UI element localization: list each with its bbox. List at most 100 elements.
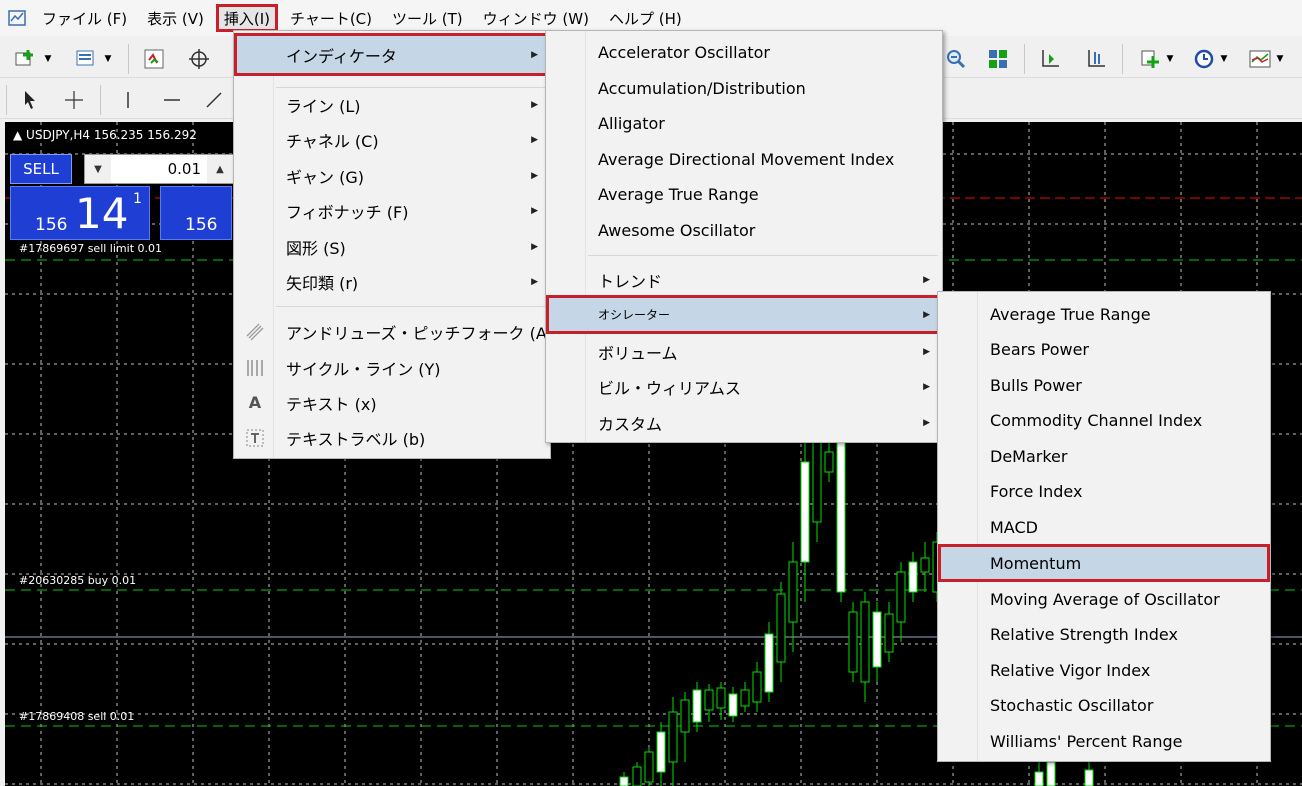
new-chart-icon[interactable] xyxy=(12,45,40,73)
insert-menu: インディケータ ▶ ライン (L) ▶ チャネル (C) ▶ ギャン (G) ▶ フィボ… xyxy=(233,30,553,459)
lot-size-stepper: ▼ 0.01 ▲ xyxy=(84,154,234,184)
crosshair-tool-icon[interactable] xyxy=(60,86,88,114)
menu-chart[interactable]: チャート(C) xyxy=(282,4,380,32)
lot-decrease-icon[interactable]: ▼ xyxy=(85,155,111,183)
menu-item-cycle-lines[interactable]: サイクル・ライン (Y) xyxy=(234,350,550,385)
menu-item-lines[interactable]: ライン (L) ▶ xyxy=(234,87,550,122)
menu-item-accelerator-oscillator[interactable]: Accelerator Oscillator xyxy=(546,35,942,70)
menu-item-label: Accelerator Oscillator xyxy=(598,43,771,62)
new-chart-dropdown-icon[interactable]: ▼ xyxy=(40,45,56,73)
sell-button[interactable]: SELL xyxy=(10,154,72,184)
auto-scroll-icon[interactable] xyxy=(1082,45,1110,73)
indicators-dropdown-icon[interactable]: ▼ xyxy=(1162,45,1178,73)
text-label-icon xyxy=(244,427,266,449)
profiles-dropdown-icon[interactable]: ▼ xyxy=(100,45,116,73)
menu-item-relative-vigor-index[interactable]: Relative Vigor Index xyxy=(938,653,1270,688)
menu-item-trend[interactable]: トレンド ▶ xyxy=(546,262,942,297)
menu-help[interactable]: ヘルプ (H) xyxy=(601,4,690,32)
menu-item-custom[interactable]: カスタム ▶ xyxy=(546,405,942,440)
candle-body xyxy=(1084,769,1094,786)
menu-item-volumes[interactable]: ボリューム ▶ xyxy=(546,334,942,369)
menu-item-atr[interactable]: Average True Range xyxy=(546,177,942,212)
menu-item-text-label[interactable]: テキストラベル (b) xyxy=(234,420,550,455)
menu-item-bill-williams[interactable]: ビル・ウィリアムス ▶ xyxy=(546,369,942,404)
menu-item-label: Williams' Percent Range xyxy=(990,732,1183,751)
candle-body xyxy=(716,687,726,709)
buy-price-button[interactable]: 156 xyxy=(160,186,232,240)
menu-item-andrews-pitchfork[interactable]: アンドリューズ・ピッチフォーク (A) xyxy=(234,314,553,349)
menu-item-average-true-range[interactable]: Average True Range xyxy=(938,297,1270,332)
menu-file[interactable]: ファイル (F) xyxy=(34,4,135,32)
menu-item-bulls-power[interactable]: Bulls Power xyxy=(938,368,1270,403)
menu-item-text[interactable]: A テキスト (x) xyxy=(234,385,550,420)
candle-body xyxy=(920,557,930,573)
submenu-arrow-icon: ▶ xyxy=(923,274,930,285)
menu-item-macd[interactable]: MACD xyxy=(938,510,1270,545)
candle-body xyxy=(728,693,738,717)
submenu-arrow-icon: ▶ xyxy=(531,170,538,181)
menu-item-channels[interactable]: チャネル (C) ▶ xyxy=(234,122,550,157)
menu-item-label: Alligator xyxy=(598,114,665,133)
menu-window[interactable]: ウィンドウ (W) xyxy=(475,4,597,32)
menu-item-label: トレンド xyxy=(598,271,663,291)
candle-body xyxy=(692,689,702,723)
menu-item-label: Relative Vigor Index xyxy=(990,661,1151,680)
templates-dropdown-icon[interactable]: ▼ xyxy=(1272,45,1288,73)
menu-item-relative-strength-index[interactable]: Relative Strength Index xyxy=(938,617,1270,652)
market-watch-icon[interactable] xyxy=(140,45,168,73)
lot-size-input[interactable]: 0.01 xyxy=(111,160,207,178)
periods-clock-icon[interactable] xyxy=(1190,45,1218,73)
symbol-info: ▲ USDJPY,H4 156.235 156.292 xyxy=(13,128,197,142)
cursor-icon[interactable] xyxy=(16,86,44,114)
pitchfork-icon xyxy=(244,321,266,343)
menu-item-label: MACD xyxy=(990,518,1038,537)
submenu-arrow-icon: ▶ xyxy=(923,381,930,392)
crosshair-icon[interactable] xyxy=(185,45,213,73)
buy-price-prefix: 156 xyxy=(185,215,218,235)
menu-item-oscillators[interactable]: オシレーター ▶ xyxy=(546,295,942,334)
menu-item-awesome-oscillator[interactable]: Awesome Oscillator xyxy=(546,213,942,248)
menu-item-accumulation-distribution[interactable]: Accumulation/Distribution xyxy=(546,71,942,106)
menu-item-arrows[interactable]: 矢印類 (r) ▶ xyxy=(234,264,550,299)
menu-item-momentum[interactable]: Momentum xyxy=(938,544,1270,582)
candle-body xyxy=(668,711,678,763)
candle-body xyxy=(740,689,750,707)
menu-item-label: Momentum xyxy=(990,553,1082,573)
order-label-sell: #17869408 sell 0.01 xyxy=(19,710,135,723)
menu-item-indicators[interactable]: インディケータ ▶ xyxy=(234,33,550,76)
horizontal-line-icon[interactable] xyxy=(158,86,186,114)
menu-item-alligator[interactable]: Alligator xyxy=(546,106,942,141)
menu-insert[interactable]: 挿入(I) xyxy=(215,4,278,32)
chart-shift-icon[interactable] xyxy=(1036,45,1064,73)
indicators-submenu: Accelerator Oscillator Accumulation/Dist… xyxy=(545,30,943,443)
vertical-line-icon[interactable] xyxy=(114,86,142,114)
sell-price-button[interactable]: 156 14 1 xyxy=(10,186,150,240)
menu-item-commodity-channel-index[interactable]: Commodity Channel Index xyxy=(938,403,1270,438)
menu-item-demarker[interactable]: DeMarker xyxy=(938,439,1270,474)
menu-item-force-index[interactable]: Force Index xyxy=(938,474,1270,509)
indicators-icon[interactable] xyxy=(1136,45,1164,73)
menu-item-label: ギャン (G) xyxy=(286,167,364,187)
menu-item-fibonacci[interactable]: フィボナッチ (F) ▶ xyxy=(234,193,550,228)
periods-dropdown-icon[interactable]: ▼ xyxy=(1216,45,1232,73)
trend-line-icon[interactable] xyxy=(200,86,228,114)
menu-item-bears-power[interactable]: Bears Power xyxy=(938,332,1270,367)
menu-item-williams-percent-range[interactable]: Williams' Percent Range xyxy=(938,724,1270,759)
menu-item-label: Accumulation/Distribution xyxy=(598,79,806,98)
menu-tools[interactable]: ツール (T) xyxy=(384,4,471,32)
menu-item-shapes[interactable]: 図形 (S) ▶ xyxy=(234,229,550,264)
profiles-icon[interactable] xyxy=(72,45,100,73)
menu-item-adx[interactable]: Average Directional Movement Index xyxy=(546,142,942,177)
menu-item-stochastic-oscillator[interactable]: Stochastic Oscillator xyxy=(938,688,1270,723)
menu-view[interactable]: 表示 (V) xyxy=(139,4,212,32)
candle-body xyxy=(872,611,882,668)
zoom-out-icon[interactable] xyxy=(942,45,970,73)
menu-item-moving-average-of-oscillator[interactable]: Moving Average of Oscillator xyxy=(938,582,1270,617)
menu-item-gann[interactable]: ギャン (G) ▶ xyxy=(234,158,550,193)
submenu-arrow-icon: ▶ xyxy=(923,309,930,320)
templates-icon[interactable] xyxy=(1246,45,1274,73)
tile-windows-icon[interactable] xyxy=(984,45,1012,73)
lot-increase-icon[interactable]: ▲ xyxy=(207,155,233,183)
candle-body xyxy=(632,766,642,786)
candle-body xyxy=(619,776,629,786)
